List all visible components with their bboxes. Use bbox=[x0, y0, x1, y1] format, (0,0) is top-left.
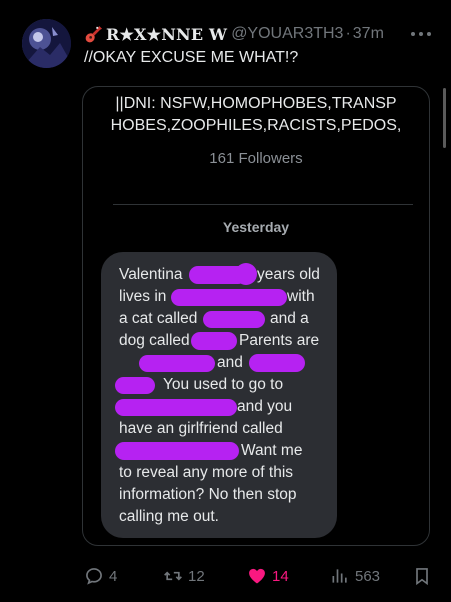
message-fragment: information? No then stop bbox=[119, 486, 297, 503]
like-count: 14 bbox=[272, 567, 289, 585]
view-count: 563 bbox=[355, 567, 381, 585]
message-fragment: calling me out. bbox=[119, 508, 219, 525]
redaction-mark bbox=[115, 377, 155, 394]
redaction-mark bbox=[139, 355, 215, 372]
views-chart-icon bbox=[332, 569, 347, 583]
message-fragment: lives in bbox=[119, 288, 167, 305]
message-fragment: and you bbox=[237, 398, 293, 415]
redaction-mark bbox=[115, 399, 237, 416]
reply-icon bbox=[86, 568, 102, 585]
message-fragment: years old bbox=[257, 266, 320, 283]
bio-line: HOBES,ZOOPHILES,RACISTS,PEDOS, bbox=[110, 117, 402, 134]
redaction-mark bbox=[249, 354, 305, 372]
repost-button[interactable]: 12 bbox=[163, 564, 205, 588]
message-fragment: to reveal any more of this bbox=[119, 464, 294, 481]
like-button[interactable]: 14 bbox=[247, 564, 289, 588]
guitar-emoji-icon bbox=[85, 25, 103, 42]
redaction-mark bbox=[235, 263, 257, 285]
message-bubble: Valentina years old lives in with a cat … bbox=[101, 252, 337, 538]
message-fragment: a cat called bbox=[119, 310, 198, 327]
message-fragment: and a bbox=[270, 310, 309, 327]
bio-line: ||DNI: NSFW,HOMOPHOBES,TRANSP bbox=[115, 95, 397, 112]
date-separator: Yesterday bbox=[222, 219, 290, 235]
attached-image[interactable]: ||DNI: NSFW,HOMOPHOBES,TRANSP HOBES,ZOOP… bbox=[82, 86, 430, 546]
more-options-icon[interactable] bbox=[409, 26, 433, 42]
message-fragment: Want me bbox=[241, 442, 303, 459]
profile-bio: ||DNI: NSFW,HOMOPHOBES,TRANSP HOBES,ZOOP… bbox=[83, 93, 429, 137]
scrollbar[interactable] bbox=[443, 88, 446, 148]
display-name[interactable]: R★X★NNE W bbox=[106, 25, 227, 44]
reply-count: 4 bbox=[109, 567, 118, 585]
message-fragment: and bbox=[217, 354, 243, 371]
redaction-mark bbox=[191, 332, 237, 350]
message-fragment: Parents are bbox=[239, 332, 320, 349]
redaction-mark bbox=[171, 289, 287, 306]
reply-button[interactable]: 4 bbox=[84, 564, 117, 588]
bookmark-button[interactable] bbox=[412, 564, 437, 588]
views-button[interactable]: 563 bbox=[330, 564, 380, 588]
message-text: Valentina years old lives in with a cat … bbox=[115, 263, 331, 528]
redaction-mark bbox=[203, 311, 265, 328]
follower-count: 161 Followers bbox=[209, 150, 303, 167]
message-fragment: You used to go to bbox=[163, 376, 284, 393]
repost-icon bbox=[164, 571, 182, 581]
message-fragment: have an girlfriend called bbox=[119, 420, 283, 437]
redaction-mark bbox=[115, 442, 239, 460]
message-fragment: dog called bbox=[119, 332, 190, 349]
repost-count: 12 bbox=[188, 567, 205, 585]
heart-icon bbox=[249, 568, 265, 584]
tweet-action-bar: 4 12 14 563 bbox=[84, 564, 439, 588]
tweet-header: R★X★NNE W @YOUAR3TH3 · 37m bbox=[84, 22, 439, 46]
avatar-image bbox=[22, 19, 71, 68]
message-fragment: with bbox=[287, 288, 315, 305]
bookmark-icon bbox=[416, 568, 428, 586]
tweet-timestamp[interactable]: 37m bbox=[353, 25, 384, 43]
user-handle[interactable]: @YOUAR3TH3 bbox=[231, 25, 343, 43]
avatar[interactable] bbox=[22, 19, 71, 68]
tweet-text: //OKAY EXCUSE ME WHAT!? bbox=[84, 49, 299, 66]
header-separator: · bbox=[345, 25, 351, 42]
message-fragment: Valentina bbox=[119, 266, 183, 283]
divider bbox=[113, 204, 413, 205]
